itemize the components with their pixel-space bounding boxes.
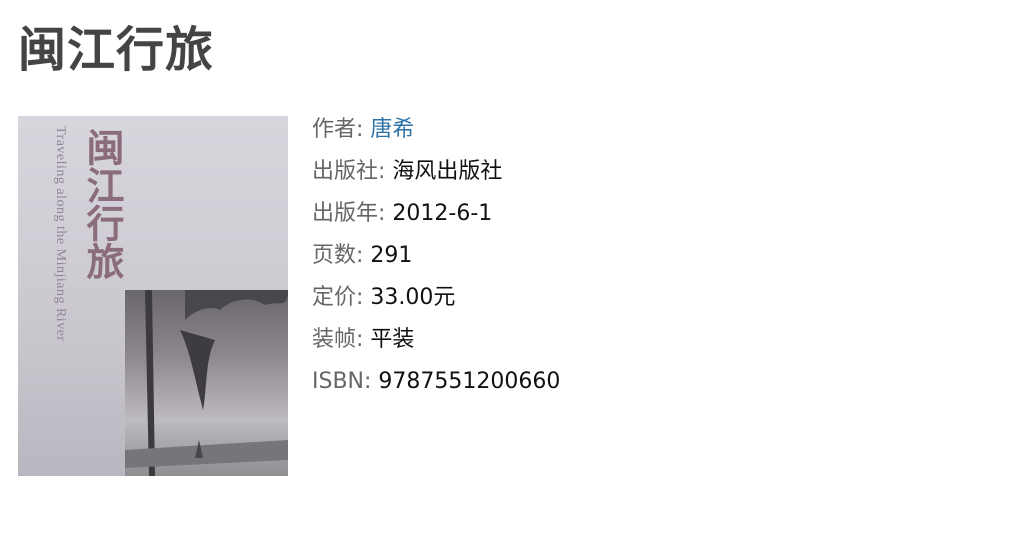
pages-label: 页数 — [312, 243, 357, 268]
pubdate-value: 2012-6-1 — [392, 201, 493, 226]
cover-subtitle: Traveling along the Minjiang River — [53, 126, 68, 342]
book-details: 作者: 唐希 出版社: 海风出版社 出版年: 2012-6-1 页数: 291 … — [312, 113, 560, 407]
page-title: 闽江行旅 — [18, 22, 215, 78]
publisher-value: 海风出版社 — [392, 159, 503, 184]
book-cover-image[interactable]: Traveling along the Minjiang River 闽江行旅 — [18, 116, 288, 476]
separator: : — [378, 159, 393, 184]
separator: : — [356, 117, 371, 142]
cover-photo — [125, 290, 288, 476]
author-link[interactable]: 唐希 — [370, 117, 414, 142]
pubdate-label: 出版年 — [312, 201, 379, 226]
detail-author: 作者: 唐希 — [312, 113, 560, 155]
detail-binding: 装帧: 平装 — [312, 323, 560, 365]
separator: : — [364, 369, 379, 394]
separator: : — [356, 327, 371, 352]
isbn-value: 9787551200660 — [378, 369, 561, 394]
author-label: 作者 — [312, 117, 357, 142]
detail-price: 定价: 33.00元 — [312, 281, 560, 323]
pages-value: 291 — [370, 243, 413, 268]
separator: : — [356, 243, 371, 268]
publisher-label: 出版社 — [312, 159, 379, 184]
detail-isbn: ISBN: 9787551200660 — [312, 365, 560, 407]
separator: : — [378, 201, 393, 226]
price-value: 33.00元 — [370, 285, 456, 310]
separator: : — [356, 285, 371, 310]
binding-value: 平装 — [370, 327, 415, 352]
detail-publisher: 出版社: 海风出版社 — [312, 155, 560, 197]
detail-pages: 页数: 291 — [312, 239, 560, 281]
price-label: 定价 — [312, 285, 357, 310]
detail-pubdate: 出版年: 2012-6-1 — [312, 197, 560, 239]
isbn-label: ISBN — [312, 369, 365, 394]
cover-title: 闽江行旅 — [80, 128, 125, 280]
binding-label: 装帧 — [312, 327, 357, 352]
